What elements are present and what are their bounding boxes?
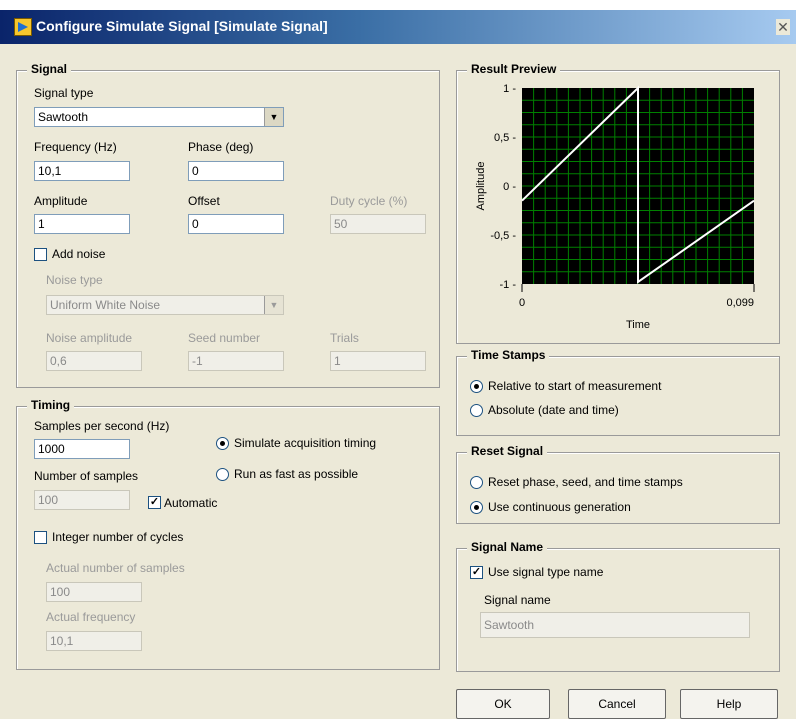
title-bar[interactable]: Configure Simulate Signal [Simulate Sign…	[0, 10, 796, 44]
reset-phase-label: Reset phase, seed, and time stamps	[488, 475, 683, 489]
actual-samples-field: 100	[46, 582, 142, 602]
actual-frequency-label: Actual frequency	[46, 610, 136, 624]
use-type-name-label: Use signal type name	[488, 565, 604, 579]
time-stamps-title: Time Stamps	[467, 348, 550, 362]
signal-type-value: Sawtooth	[38, 110, 89, 124]
close-icon[interactable]: ✕	[776, 19, 790, 35]
y-axis-label: Amplitude	[475, 162, 487, 211]
offset-label: Offset	[188, 194, 220, 208]
y-tick-label: 0 -	[503, 181, 516, 193]
continuous-generation-label: Use continuous generation	[488, 500, 631, 514]
x-tick-label: 0	[519, 297, 525, 309]
signal-type-label: Signal type	[34, 86, 94, 100]
add-noise-checkbox[interactable]	[34, 248, 47, 261]
amplitude-label: Amplitude	[34, 194, 88, 208]
time-stamps-group: Time Stamps	[456, 348, 780, 436]
duty-cycle-label: Duty cycle (%)	[330, 194, 408, 208]
signal-name-title: Signal Name	[467, 540, 548, 554]
trials-label: Trials	[330, 331, 359, 345]
actual-samples-label: Actual number of samples	[46, 561, 185, 575]
ok-button[interactable]: OK	[456, 689, 550, 719]
window-title: Configure Simulate Signal [Simulate Sign…	[36, 18, 328, 34]
samples-per-second-label: Samples per second (Hz)	[34, 419, 170, 433]
y-axis-ticks: 1 - 0,5 - 0 - -0,5 - -1 -	[490, 83, 516, 291]
reset-signal-title: Reset Signal	[467, 444, 548, 458]
frequency-label: Frequency (Hz)	[34, 140, 117, 154]
run-fast-radio[interactable]	[216, 468, 229, 481]
x-tick-label: 0,099	[726, 297, 754, 309]
window-top-edge	[0, 0, 796, 10]
seed-number-label: Seed number	[188, 331, 261, 345]
add-noise-label: Add noise	[52, 247, 106, 261]
result-preview-chart: 1 - 0,5 - 0 - -0,5 - -1 - 0 0,099 Amplitude T…	[475, 83, 755, 331]
phase-label: Phase (deg)	[188, 140, 254, 154]
amplitude-field[interactable]: 1	[34, 214, 130, 234]
result-preview-title: Result Preview	[467, 62, 561, 76]
trials-field: 1	[330, 351, 426, 371]
simulate-acquisition-label: Simulate acquisition timing	[234, 436, 377, 450]
number-of-samples-field: 100	[34, 490, 130, 510]
absolute-timestamp-radio[interactable]	[470, 404, 483, 417]
integer-cycles-label: Integer number of cycles	[52, 530, 184, 544]
y-tick-label: -0,5 -	[490, 230, 516, 242]
noise-amplitude-label: Noise amplitude	[46, 331, 133, 345]
timing-group-title: Timing	[27, 398, 75, 412]
continuous-generation-radio[interactable]	[470, 501, 483, 514]
signal-group-title: Signal	[27, 62, 72, 76]
cancel-button[interactable]: Cancel	[568, 689, 666, 719]
reset-phase-radio[interactable]	[470, 476, 483, 489]
y-tick-label: -1 -	[500, 279, 517, 291]
simulate-acquisition-radio[interactable]	[216, 437, 229, 450]
signal-name-field: Sawtooth	[480, 612, 750, 638]
samples-per-second-field[interactable]: 1000	[34, 439, 130, 459]
noise-amplitude-field: 0,6	[46, 351, 142, 371]
absolute-timestamp-label: Absolute (date and time)	[488, 403, 619, 417]
signal-name-label: Signal name	[484, 593, 551, 607]
noise-type-label: Noise type	[46, 273, 103, 287]
chevron-down-icon: ▼	[264, 296, 283, 314]
x-axis-label: Time	[626, 319, 650, 331]
help-button[interactable]: Help	[680, 689, 778, 719]
integer-cycles-checkbox[interactable]	[34, 531, 47, 544]
automatic-checkbox[interactable]: ✓	[148, 496, 161, 509]
use-type-name-checkbox[interactable]: ✓	[470, 566, 483, 579]
relative-timestamp-label: Relative to start of measurement	[488, 379, 662, 393]
signal-type-select[interactable]: Sawtooth ▼	[34, 107, 284, 127]
phase-field[interactable]: 0	[188, 161, 284, 181]
y-tick-label: 0,5 -	[494, 132, 516, 144]
x-axis-ticks: 0 0,099	[519, 284, 755, 309]
offset-field[interactable]: 0	[188, 214, 284, 234]
duty-cycle-field: 50	[330, 214, 426, 234]
app-icon	[14, 18, 32, 36]
chevron-down-icon[interactable]: ▼	[264, 108, 283, 126]
seed-number-field: -1	[188, 351, 284, 371]
actual-frequency-field: 10,1	[46, 631, 142, 651]
relative-timestamp-radio[interactable]	[470, 380, 483, 393]
frequency-field[interactable]: 10,1	[34, 161, 130, 181]
number-of-samples-label: Number of samples	[34, 469, 139, 483]
automatic-label: Automatic	[164, 496, 218, 510]
run-fast-label: Run as fast as possible	[234, 467, 359, 481]
y-tick-label: 1 -	[503, 83, 516, 95]
noise-type-value: Uniform White Noise	[50, 298, 161, 312]
noise-type-select: Uniform White Noise ▼	[46, 295, 284, 315]
